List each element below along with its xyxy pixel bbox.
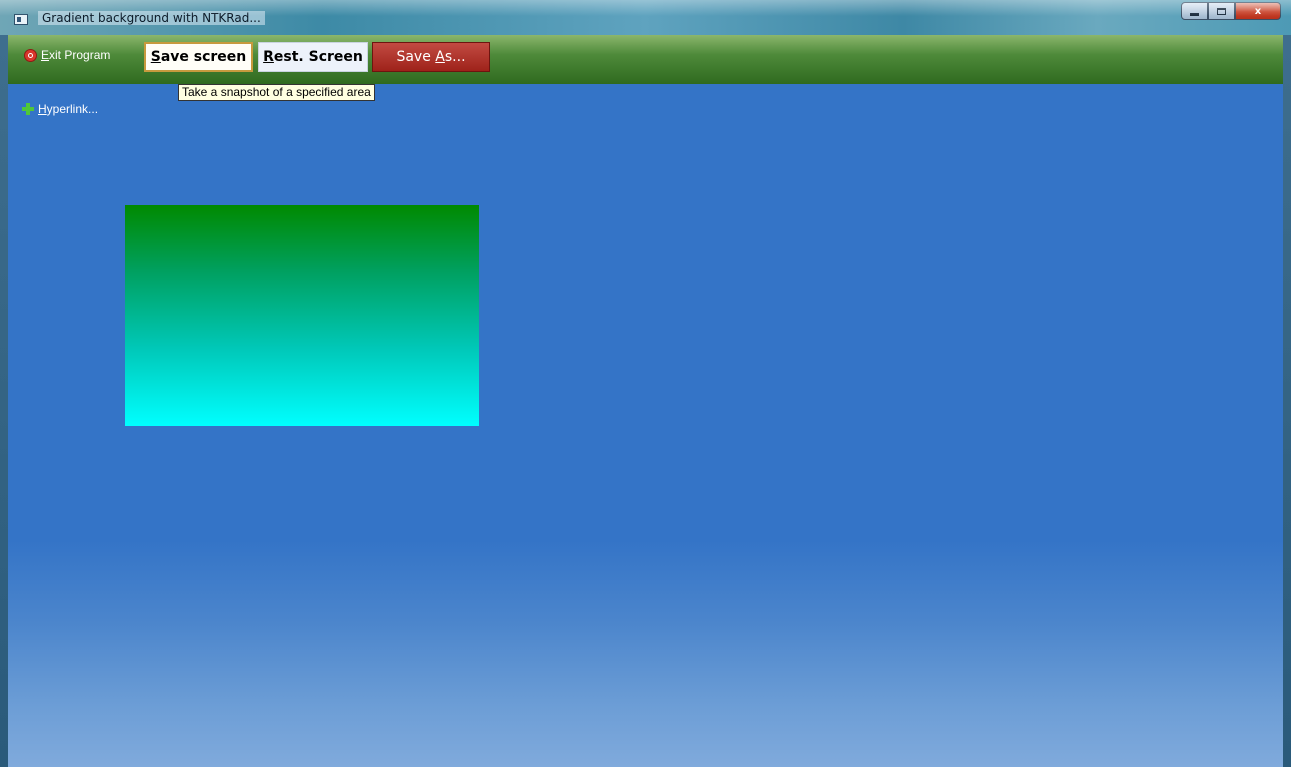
hyperlink-rest: yperlink... bbox=[46, 102, 99, 116]
app-window: Gradient background with NTKRad... x Exi… bbox=[0, 0, 1291, 767]
close-button[interactable]: x bbox=[1235, 2, 1281, 20]
exit-rest: xit Program bbox=[49, 48, 111, 62]
hyperlink-item[interactable]: Hyperlink... bbox=[22, 102, 98, 116]
hyperlink-label: Hyperlink... bbox=[38, 102, 98, 116]
close-icon: x bbox=[1254, 5, 1262, 17]
tooltip: Take a snapshot of a specified area bbox=[178, 84, 375, 101]
save-as-button[interactable]: Save As... bbox=[372, 42, 490, 72]
rest-screen-accel: R bbox=[263, 49, 274, 65]
save-screen-rest: ave screen bbox=[160, 49, 247, 65]
save-screen-accel: S bbox=[150, 49, 161, 65]
exit-program-link[interactable]: Exit Program bbox=[24, 48, 110, 62]
minimize-button[interactable] bbox=[1181, 2, 1208, 20]
window-title: Gradient background with NTKRad... bbox=[38, 11, 265, 25]
rest-screen-rest: est. Screen bbox=[273, 49, 363, 65]
save-as-accel: A bbox=[435, 49, 445, 65]
window-controls: x bbox=[1181, 2, 1281, 22]
exit-accel: E bbox=[41, 48, 50, 62]
rest-screen-button[interactable]: Rest. Screen bbox=[258, 42, 368, 72]
minimize-icon bbox=[1190, 12, 1199, 16]
exit-program-label: Exit Program bbox=[41, 48, 110, 62]
save-screen-button[interactable]: Save screen bbox=[144, 42, 253, 72]
plus-icon bbox=[22, 103, 34, 115]
client-area: Exit Program Save screen Rest. Screen Sa… bbox=[8, 35, 1283, 767]
power-icon bbox=[24, 48, 37, 62]
title-bar[interactable]: Gradient background with NTKRad... x bbox=[0, 0, 1291, 35]
gradient-panel bbox=[125, 205, 479, 426]
maximize-icon bbox=[1217, 7, 1226, 15]
hyperlink-accel: H bbox=[38, 102, 47, 116]
save-as-rest: s... bbox=[444, 49, 466, 65]
app-window-icon[interactable] bbox=[14, 14, 28, 25]
toolbar: Exit Program Save screen Rest. Screen Sa… bbox=[8, 35, 1283, 84]
maximize-button[interactable] bbox=[1208, 2, 1235, 20]
save-as-pre: Save bbox=[396, 49, 436, 65]
